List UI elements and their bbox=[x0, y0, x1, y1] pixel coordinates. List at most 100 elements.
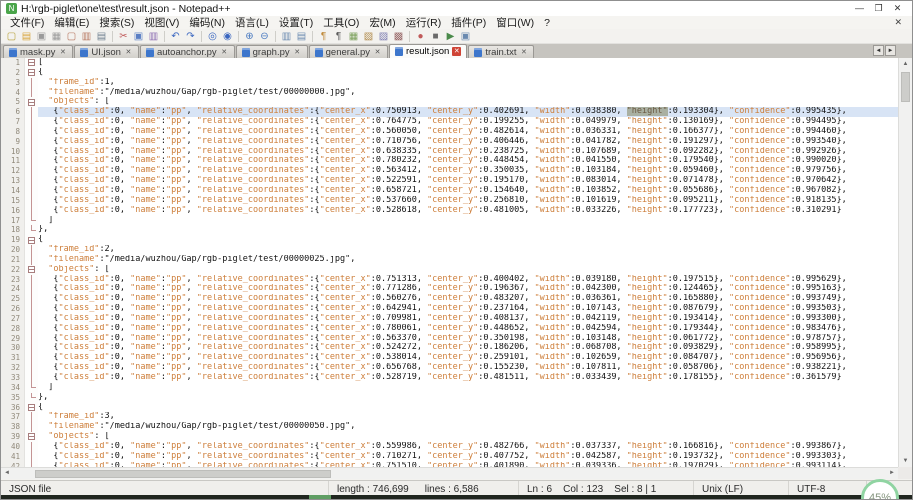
menu-item[interactable]: 运行(R) bbox=[401, 15, 447, 30]
play-macro-icon[interactable]: ▶ bbox=[444, 30, 457, 43]
undo-icon[interactable]: ↶ bbox=[169, 30, 182, 43]
code-line[interactable]: 5 "objects": [ bbox=[1, 97, 898, 107]
code-line[interactable]: 21 "filename":"/media/wuzhou/Gap/rgb-pig… bbox=[1, 255, 898, 265]
save-icon[interactable]: ▣ bbox=[35, 30, 48, 43]
fold-collapse-icon[interactable] bbox=[28, 266, 35, 273]
code-line[interactable]: 35}, bbox=[1, 393, 898, 403]
maximize-button[interactable]: ❐ bbox=[869, 2, 888, 15]
menu-item[interactable]: 编辑(E) bbox=[49, 15, 94, 30]
fold-collapse-icon[interactable] bbox=[28, 69, 35, 76]
editor-area[interactable]: 1[2{3 "frame_id":1,4 "filename":"/media/… bbox=[1, 58, 898, 467]
fold-collapse-icon[interactable] bbox=[28, 433, 35, 440]
function-list-icon[interactable]: ▧ bbox=[362, 30, 375, 43]
code-line[interactable]: 22 "objects": [ bbox=[1, 265, 898, 275]
menu-item[interactable]: 设置(T) bbox=[274, 15, 318, 30]
code-line[interactable]: 11 {"class_id":0, "name":"pp", "relative… bbox=[1, 156, 898, 166]
code-line[interactable]: 1[ bbox=[1, 58, 898, 68]
code-line[interactable]: 33 {"class_id":0, "name":"pp", "relative… bbox=[1, 373, 898, 383]
open-file-icon[interactable]: ▤ bbox=[20, 30, 33, 43]
doc-map-icon[interactable]: ▨ bbox=[377, 30, 390, 43]
menu-item[interactable]: 搜索(S) bbox=[94, 15, 139, 30]
save-macro-icon[interactable]: ▣ bbox=[459, 30, 472, 43]
menu-item[interactable]: 插件(P) bbox=[446, 15, 491, 30]
zoom-out-icon[interactable]: ⊖ bbox=[258, 30, 271, 43]
code-line[interactable]: 39 "objects": [ bbox=[1, 432, 898, 442]
code-line[interactable]: 19{ bbox=[1, 235, 898, 245]
tab-close-icon[interactable]: ✕ bbox=[452, 47, 461, 56]
code-line[interactable]: 3 "frame_id":1, bbox=[1, 78, 898, 88]
code-line[interactable]: 15 {"class_id":0, "name":"pp", "relative… bbox=[1, 196, 898, 206]
cut-icon[interactable]: ✂ bbox=[117, 30, 130, 43]
menu-item[interactable]: 窗口(W) bbox=[491, 15, 539, 30]
code-line[interactable]: 23 {"class_id":0, "name":"pp", "relative… bbox=[1, 275, 898, 285]
print-icon[interactable]: ▤ bbox=[95, 30, 108, 43]
scroll-down-icon[interactable]: ▼ bbox=[899, 455, 912, 467]
fold-collapse-icon[interactable] bbox=[28, 99, 35, 106]
code-line[interactable]: 36{ bbox=[1, 403, 898, 413]
tab-close-icon[interactable]: ✕ bbox=[293, 48, 302, 57]
tab-close-icon[interactable]: ✕ bbox=[373, 48, 382, 57]
stop-macro-icon[interactable]: ■ bbox=[429, 30, 442, 43]
code-line[interactable]: 17 ] bbox=[1, 216, 898, 226]
sync-horizontal-icon[interactable]: ▤ bbox=[295, 30, 308, 43]
code-line[interactable]: 28 {"class_id":0, "name":"pp", "relative… bbox=[1, 324, 898, 334]
code-line[interactable]: 32 {"class_id":0, "name":"pp", "relative… bbox=[1, 363, 898, 373]
vertical-scrollbar[interactable]: ▲ ▼ bbox=[898, 58, 912, 467]
close-button[interactable]: ✕ bbox=[888, 2, 907, 15]
code-line[interactable]: 6 {"class_id":0, "name":"pp", "relative_… bbox=[1, 107, 898, 117]
menu-item[interactable]: 视图(V) bbox=[139, 15, 184, 30]
code-line[interactable]: 24 {"class_id":0, "name":"pp", "relative… bbox=[1, 284, 898, 294]
tab-close-icon[interactable]: ✕ bbox=[124, 48, 133, 57]
word-wrap-icon[interactable]: ¶ bbox=[317, 30, 330, 43]
code-line[interactable]: 2{ bbox=[1, 68, 898, 78]
code-line[interactable]: 14 {"class_id":0, "name":"pp", "relative… bbox=[1, 186, 898, 196]
code-line[interactable]: 37 "frame_id":3, bbox=[1, 412, 898, 422]
menu-item[interactable]: ? bbox=[539, 17, 555, 29]
code-line[interactable]: 27 {"class_id":0, "name":"pp", "relative… bbox=[1, 314, 898, 324]
fold-collapse-icon[interactable] bbox=[28, 404, 35, 411]
code-line[interactable]: 13 {"class_id":0, "name":"pp", "relative… bbox=[1, 176, 898, 186]
horizontal-scrollbar[interactable]: ◄ ► bbox=[1, 467, 898, 479]
doc-list-icon[interactable]: ▩ bbox=[392, 30, 405, 43]
scroll-up-icon[interactable]: ▲ bbox=[899, 58, 912, 70]
minimize-button[interactable]: — bbox=[850, 2, 869, 15]
code-line[interactable]: 20 "frame_id":2, bbox=[1, 245, 898, 255]
code-line[interactable]: 26 {"class_id":0, "name":"pp", "relative… bbox=[1, 304, 898, 314]
tab-close-icon[interactable]: ✕ bbox=[220, 48, 229, 57]
code-line[interactable]: 18}, bbox=[1, 225, 898, 235]
tab-close-icon[interactable]: ✕ bbox=[58, 48, 67, 57]
code-line[interactable]: 29 {"class_id":0, "name":"pp", "relative… bbox=[1, 334, 898, 344]
tab-UI.json[interactable]: UI.json✕ bbox=[74, 45, 139, 58]
tab-mask.py[interactable]: mask.py✕ bbox=[3, 45, 73, 58]
menu-close-icon[interactable]: ✕ bbox=[888, 17, 908, 28]
tab-general.py[interactable]: general.py✕ bbox=[309, 45, 388, 58]
tab-train.txt[interactable]: train.txt✕ bbox=[468, 45, 534, 58]
replace-icon[interactable]: ◉ bbox=[221, 30, 234, 43]
close-file-icon[interactable]: ▢ bbox=[65, 30, 78, 43]
zoom-in-icon[interactable]: ⊕ bbox=[243, 30, 256, 43]
find-icon[interactable]: ◎ bbox=[206, 30, 219, 43]
vertical-scroll-thumb[interactable] bbox=[901, 72, 910, 102]
save-all-icon[interactable]: ▦ bbox=[50, 30, 63, 43]
code-line[interactable]: 10 {"class_id":0, "name":"pp", "relative… bbox=[1, 147, 898, 157]
tab-close-icon[interactable]: ✕ bbox=[519, 48, 528, 57]
scroll-left-icon[interactable]: ◄ bbox=[1, 468, 13, 479]
sync-vertical-icon[interactable]: ▥ bbox=[280, 30, 293, 43]
code-line[interactable]: 31 {"class_id":0, "name":"pp", "relative… bbox=[1, 353, 898, 363]
menu-item[interactable]: 编码(N) bbox=[184, 15, 230, 30]
record-macro-icon[interactable]: ● bbox=[414, 30, 427, 43]
indent-guide-icon[interactable]: ▦ bbox=[347, 30, 360, 43]
tab-result.json[interactable]: result.json✕ bbox=[389, 44, 467, 58]
code-line[interactable]: 38 "filename":"/media/wuzhou/Gap/rgb-pig… bbox=[1, 422, 898, 432]
code-line[interactable]: 16 {"class_id":0, "name":"pp", "relative… bbox=[1, 206, 898, 216]
fold-collapse-icon[interactable] bbox=[28, 59, 35, 66]
menu-item[interactable]: 宏(M) bbox=[364, 15, 400, 30]
new-file-icon[interactable]: ▢ bbox=[5, 30, 18, 43]
tab-autoanchor.py[interactable]: autoanchor.py✕ bbox=[140, 45, 235, 58]
paste-icon[interactable]: ▥ bbox=[147, 30, 160, 43]
code-line[interactable]: 7 {"class_id":0, "name":"pp", "relative_… bbox=[1, 117, 898, 127]
close-all-icon[interactable]: ▥ bbox=[80, 30, 93, 43]
code-line[interactable]: 25 {"class_id":0, "name":"pp", "relative… bbox=[1, 294, 898, 304]
copy-icon[interactable]: ▣ bbox=[132, 30, 145, 43]
show-all-chars-icon[interactable]: ¶ bbox=[332, 30, 345, 43]
